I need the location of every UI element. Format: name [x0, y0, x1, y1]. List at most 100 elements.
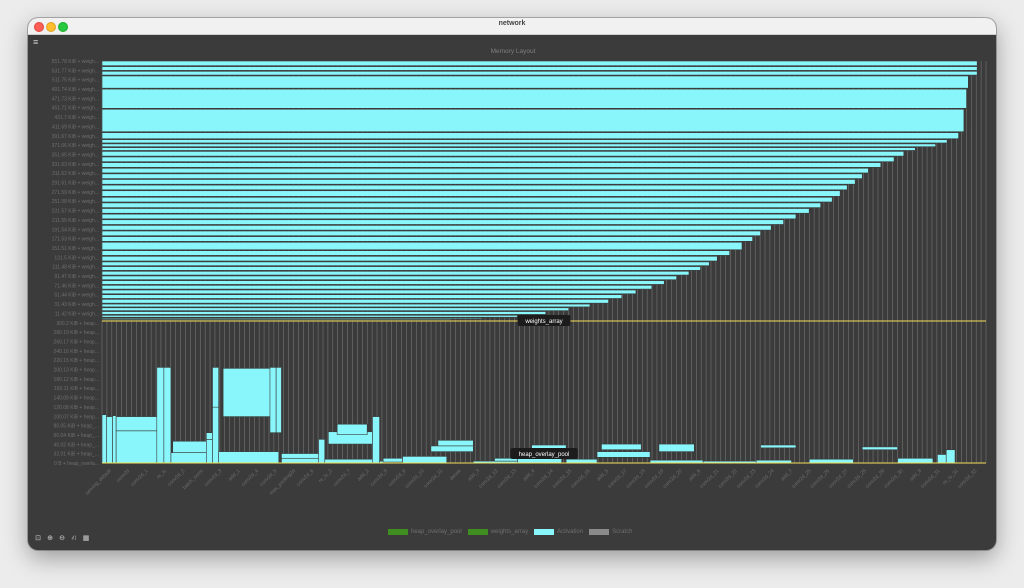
heap-bar	[275, 367, 282, 434]
y-tick-label: 260.17 KiB + heap...	[54, 339, 99, 345]
weights-bar	[101, 71, 978, 76]
zoom-fit-button[interactable]: ⊡	[33, 534, 43, 544]
window-title: network	[498, 20, 526, 27]
y-tick-label: 431.7 KiB + weigh...	[54, 115, 99, 121]
weights-bar	[101, 241, 743, 251]
x-tick-label: add_1	[227, 468, 241, 482]
weights-bar	[101, 289, 637, 295]
heap-overlay-pool-label: heap_overlay_pool	[510, 448, 578, 459]
zoom-out-button[interactable]: ⊖	[57, 534, 67, 544]
y-tick-label: 160.11 KiB + heap...	[54, 386, 99, 392]
x-tick-label: conv2d_11	[423, 468, 444, 489]
x-tick-label: conv2d_7	[332, 468, 352, 488]
legend-item[interactable]: weights_array	[467, 529, 528, 535]
y-tick-label: 31.43 KiB + weigh...	[54, 302, 99, 308]
y-tick-label: 220.15 KiB + heap...	[54, 358, 99, 364]
y-tick-label: 111.48 KiB + weigh...	[52, 265, 99, 271]
heap-bar	[115, 430, 159, 464]
legend-label: Scratch	[612, 529, 633, 535]
heap-bar	[222, 368, 276, 417]
x-axis-labels: serving_default conv2dconv2d_1 re_lu conv2d…	[84, 468, 978, 497]
legend-item[interactable]: Scratch	[589, 529, 632, 535]
heap-bar	[281, 453, 324, 459]
x-tick-label: re_lu_31	[942, 468, 960, 486]
heap-bar	[101, 414, 107, 464]
weights-bar	[101, 139, 948, 144]
weights-bar	[101, 184, 848, 191]
weights-bar	[101, 307, 570, 311]
heap-bar	[601, 443, 642, 451]
y-tick-label: 60.04 KiB + heap_...	[54, 433, 99, 439]
graph-view-button[interactable]: ⛙	[69, 534, 79, 544]
weights-bar	[101, 132, 959, 140]
y-tick-label: 151.51 KiB + weigh...	[52, 246, 99, 252]
y-tick-label: 351.65 KiB + weigh...	[52, 152, 99, 158]
y-tick-label: 180.12 KiB + heap...	[54, 377, 99, 383]
weights-bar	[101, 147, 916, 151]
zoom-in-button[interactable]: ⊕	[45, 534, 55, 544]
weights-bar	[101, 202, 821, 208]
weights-bar	[101, 179, 856, 185]
memory-layout-chart[interactable]: Memory Layout 0 B + heap_overla... 32.01 …	[28, 34, 996, 534]
y-tick-label: 240.16 KiB + heap...	[54, 349, 99, 355]
y-tick-label: 80.05 KiB + heap_...	[54, 424, 99, 430]
heap-bar	[430, 445, 474, 452]
legend-label: Activation	[557, 529, 584, 535]
x-tick-label: dense	[449, 468, 463, 482]
y-tick-label: 391.67 KiB + weigh...	[52, 134, 99, 140]
x-tick-label: conv2d_3	[204, 468, 224, 488]
heap-bar	[437, 439, 474, 447]
x-tick-label: conv2d_1	[130, 468, 150, 488]
y-tick-label: 131.5 KiB + weigh...	[54, 255, 99, 261]
heap-bar	[115, 416, 159, 432]
heap-bar	[218, 451, 280, 464]
weights-array-label: weights_array	[517, 315, 571, 326]
heap-bar	[565, 458, 598, 464]
x-tick-label: conv2d_13	[496, 468, 518, 490]
legend-item[interactable]: Activation	[534, 529, 583, 535]
x-tick-label: add_2	[356, 468, 370, 482]
weights-bar	[101, 151, 905, 157]
y-tick-label: 51.44 KiB + weigh...	[54, 293, 99, 299]
heap-bar	[336, 423, 368, 435]
y-tick-label: 171.53 KiB + weigh...	[52, 237, 99, 243]
y-tick-label: 491.74 KiB + weigh...	[52, 87, 99, 93]
weights-bar	[101, 190, 841, 197]
weights-bar	[101, 317, 483, 320]
weights-bar	[101, 236, 753, 242]
x-tick-label: re_lu_2	[318, 468, 334, 484]
weights-bar	[101, 162, 882, 168]
weights-bar	[101, 294, 623, 299]
legend-item[interactable]: heap_overlay_pool	[388, 529, 462, 535]
y-tick-label: 32.01 KiB + heap_...	[54, 452, 99, 458]
x-tick-label: add_3	[467, 468, 481, 482]
weights-bar	[101, 266, 701, 271]
heap-bar	[372, 416, 380, 464]
y-tick-label: 531.77 KiB + weigh...	[52, 68, 99, 74]
x-tick-label: conv2d_24	[754, 468, 776, 490]
weights-bar	[101, 219, 784, 225]
weights-bar	[101, 88, 967, 109]
x-tick-label: conv2d_20	[662, 468, 684, 490]
x-tick-label: add_4	[522, 468, 536, 482]
y-tick-label: 0 B + heap_overla...	[54, 461, 99, 467]
heap-bar	[596, 451, 651, 458]
y-tick-label: 91.47 KiB + weigh...	[54, 274, 99, 280]
y-tick-label: 511.75 KiB + weigh...	[52, 78, 99, 84]
weights-bar	[101, 256, 718, 262]
weights-bar	[101, 213, 797, 220]
x-tick-label: add_5	[596, 468, 610, 482]
heap-bar	[112, 415, 117, 464]
memory-view-button[interactable]: ▦	[81, 534, 91, 544]
weights-bar	[101, 270, 690, 276]
x-tick-label: conv2d_31	[920, 468, 942, 490]
weights-array-label-text: weights_array	[524, 319, 562, 325]
x-tick-label: conv2d	[115, 468, 131, 484]
weights-bar	[101, 250, 730, 256]
heap-bar	[808, 458, 854, 464]
y-axis-labels: 0 B + heap_overla... 32.01 KiB + heap_...…	[52, 59, 99, 467]
weights-bar	[101, 143, 936, 148]
weights-region	[101, 60, 978, 321]
x-tick-label: add_8	[909, 468, 923, 482]
weights-bar	[101, 299, 609, 304]
